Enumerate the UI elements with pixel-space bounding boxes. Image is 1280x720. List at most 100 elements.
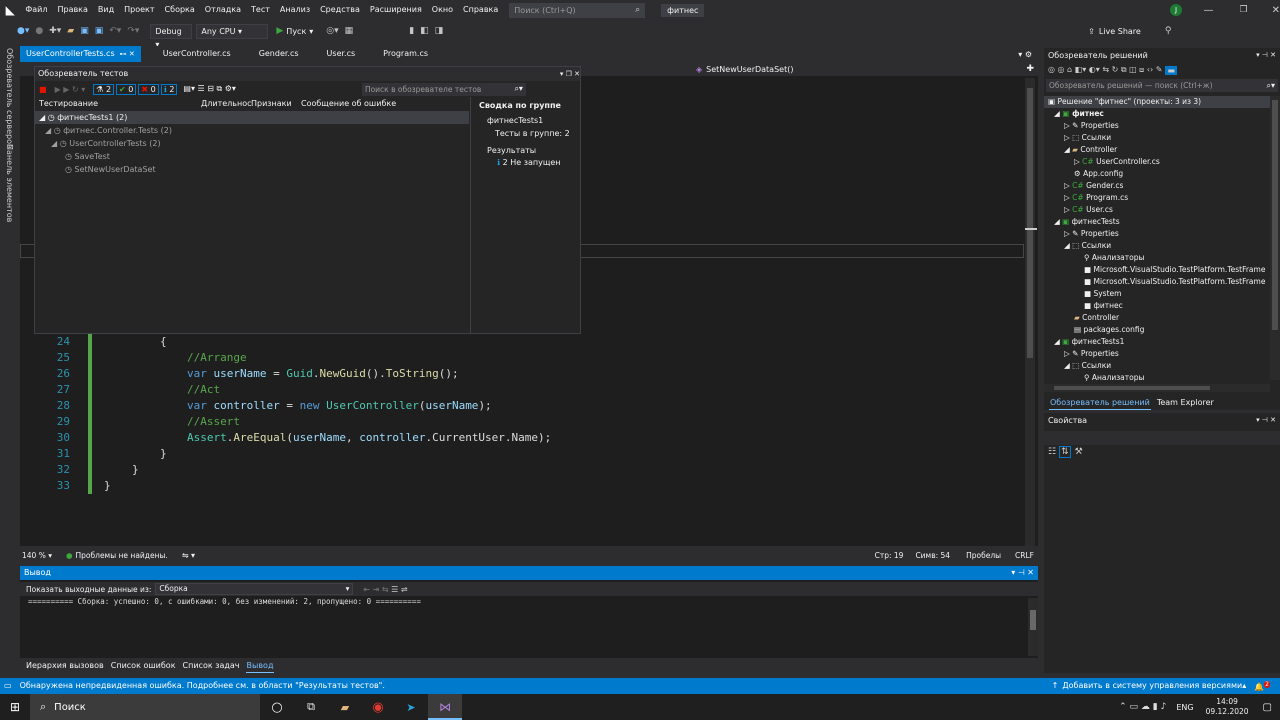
browser-icon[interactable]: ◎▾ bbox=[323, 26, 341, 36]
toolbox-tab[interactable]: Панель элементов bbox=[5, 144, 14, 222]
test-tree-row[interactable]: ◢ ◷ фитнес.Controller.Tests (2) bbox=[35, 124, 469, 137]
source-control-button[interactable]: ↑ Добавить в систему управления версиями … bbox=[1052, 678, 1247, 694]
tree-item[interactable]: ▷ ⬚ Ссылки bbox=[1044, 132, 1280, 144]
nav-forward-icon[interactable]: ● bbox=[32, 26, 46, 36]
panel-controls[interactable]: ▾ ⊣ ✕ bbox=[1256, 51, 1276, 59]
tray-icons[interactable]: ⌃ ▭ ☁ ▮ ♪ bbox=[1119, 702, 1166, 712]
solution-scrollbar[interactable] bbox=[1270, 96, 1280, 380]
tab-solution-explorer[interactable]: Обозреватель решений bbox=[1049, 396, 1151, 410]
tree-item[interactable]: ⚙ App.config bbox=[1044, 168, 1280, 180]
telegram-icon[interactable]: ➤ bbox=[394, 701, 428, 714]
panel-menu-icon[interactable]: ▾ ❐ ✕ bbox=[560, 67, 580, 81]
badge-failed[interactable]: ✖ 0 bbox=[138, 83, 159, 95]
tab-gender[interactable]: Gender.cs bbox=[253, 46, 305, 62]
tab-program[interactable]: Program.cs bbox=[377, 46, 434, 62]
tree-item[interactable]: ▤ packages.config bbox=[1044, 324, 1280, 336]
eol-indicator[interactable]: CRLF bbox=[1015, 551, 1034, 560]
bookmark-next-icon[interactable]: ◨ bbox=[432, 26, 447, 36]
solution-search-input[interactable]: Обозреватель решений — поиск (Ctrl+ж) ⌕▾ bbox=[1046, 79, 1278, 92]
test-tree-row[interactable]: ◢ ◷ фитнесTests1 (2) bbox=[35, 111, 469, 124]
editor-scrollbar[interactable] bbox=[1025, 78, 1037, 546]
clock[interactable]: 14:09 09.12.2020 bbox=[1206, 697, 1249, 717]
chrome-icon[interactable]: ◉ bbox=[362, 700, 394, 715]
brush-icon[interactable]: ⇋ ▾ bbox=[182, 551, 195, 560]
nav-back-icon[interactable]: ●▾ bbox=[14, 26, 32, 36]
config-select[interactable]: Debug ▾ bbox=[150, 23, 193, 49]
col-error[interactable]: Сообщение об ошибке bbox=[301, 97, 396, 111]
open-icon[interactable]: ▰ bbox=[64, 26, 77, 36]
tab-user-controller-tests[interactable]: UserControllerTests.cs ⊷ ✕ bbox=[20, 46, 141, 62]
language-indicator[interactable]: ENG bbox=[1176, 703, 1193, 712]
tab-team-explorer[interactable]: Team Explorer bbox=[1156, 396, 1215, 410]
action-center-icon[interactable]: ▢ bbox=[1263, 702, 1272, 713]
badge-passed[interactable]: ✔ 0 bbox=[116, 83, 137, 95]
tab-user[interactable]: User.cs bbox=[321, 46, 362, 62]
tab-user-controller[interactable]: UserController.cs bbox=[157, 46, 237, 62]
tree-item[interactable]: ▷ C# UserController.cs bbox=[1044, 156, 1280, 168]
tree-item[interactable]: ■ System bbox=[1044, 288, 1280, 300]
whitespace-indicator[interactable]: Пробелы bbox=[966, 551, 1001, 560]
member-dropdown[interactable]: SetNewUserDataSet() bbox=[706, 65, 793, 74]
tree-item[interactable]: ▷ ✎ Properties bbox=[1044, 120, 1280, 132]
user-avatar[interactable]: J bbox=[1170, 4, 1182, 16]
output-scrollbar[interactable] bbox=[1028, 598, 1038, 656]
platform-select[interactable]: Any CPU ▾ bbox=[196, 23, 269, 39]
run-icon[interactable]: ▶ ▶ ↻ ▾ bbox=[55, 85, 86, 94]
tree-item[interactable]: ■ фитнес bbox=[1044, 300, 1280, 312]
wrench-icon[interactable]: ⚒ bbox=[1075, 447, 1083, 457]
tree-item[interactable]: ⚲ Анализаторы bbox=[1044, 252, 1280, 264]
menu-analyze[interactable]: Анализ bbox=[275, 0, 315, 20]
tree-item[interactable]: ▷ ✎ Properties bbox=[1044, 348, 1280, 360]
tab-task-list[interactable]: Список задач bbox=[182, 659, 241, 673]
cortana-icon[interactable]: ○ bbox=[260, 700, 294, 715]
windows-start-icon[interactable]: ⊞ bbox=[0, 700, 30, 714]
save-icon[interactable]: ▣ bbox=[77, 26, 92, 36]
explorer-icon[interactable]: ▰ bbox=[328, 701, 362, 714]
tree-item[interactable]: ◢ ▣ фитнесTests bbox=[1044, 216, 1280, 228]
menu-build[interactable]: Сборка bbox=[160, 0, 200, 20]
notifications-icon[interactable]: 🔔2 bbox=[1254, 677, 1270, 696]
close-icon[interactable]: ✕ bbox=[1272, 5, 1280, 16]
tree-item[interactable]: ▰ Controller bbox=[1044, 312, 1280, 324]
tree-item[interactable]: ■ Microsoft.VisualStudio.TestPlatform.Te… bbox=[1044, 264, 1280, 276]
tree-item[interactable]: ▷ C# Program.cs bbox=[1044, 192, 1280, 204]
badge-all[interactable]: ⚗ 2 bbox=[93, 83, 115, 95]
alphabetical-icon[interactable]: ⇅ bbox=[1059, 446, 1071, 458]
profile-icon[interactable]: ⚲ bbox=[1165, 26, 1172, 36]
tree-item[interactable]: ▷ C# User.cs bbox=[1044, 204, 1280, 216]
tree-item[interactable]: ▣ Решение "фитнес" (проекты: 3 из 3) bbox=[1044, 96, 1280, 108]
categorized-icon[interactable]: ☷ bbox=[1048, 447, 1056, 457]
panel-controls[interactable]: ▾ ⊣ ✕ bbox=[1256, 416, 1276, 424]
menu-project[interactable]: Проект bbox=[119, 0, 159, 20]
split-icon[interactable]: ✚ bbox=[1026, 64, 1034, 74]
tab-output[interactable]: Вывод bbox=[245, 659, 275, 673]
maximize-icon[interactable]: ❐ bbox=[1240, 5, 1248, 15]
menu-tools[interactable]: Средства bbox=[315, 0, 365, 20]
tree-item[interactable]: ◢ ▣ фитнесTests1 bbox=[1044, 336, 1280, 348]
test-tree-row[interactable]: ◢ ◷ UserControllerTests (2) bbox=[35, 137, 469, 150]
test-search-input[interactable]: Поиск в обозревателе тестов ⌕▾ bbox=[361, 82, 526, 96]
tree-item[interactable]: ▷ C# Gender.cs bbox=[1044, 180, 1280, 192]
tree-item[interactable]: ▷ ✎ Properties bbox=[1044, 228, 1280, 240]
menu-view[interactable]: Вид bbox=[93, 0, 119, 20]
undo-icon[interactable]: ↶▾ bbox=[106, 26, 124, 36]
preview-toggle-icon[interactable]: ▬ bbox=[1165, 65, 1178, 75]
tab-error-list[interactable]: Список ошибок bbox=[110, 659, 177, 673]
minimize-icon[interactable]: — bbox=[1204, 5, 1214, 16]
taskbar-search[interactable]: ⌕ Поиск bbox=[30, 694, 260, 720]
badge-notrun[interactable]: ℹ 2 bbox=[160, 83, 178, 95]
menu-help[interactable]: Справка bbox=[458, 0, 503, 20]
server-explorer-tab[interactable]: Обозреватель серверов bbox=[5, 48, 14, 149]
status-message[interactable]: Обнаружена непредвиденная ошибка. Подроб… bbox=[20, 678, 385, 694]
bookmark-icon[interactable]: ▮ bbox=[406, 26, 417, 36]
output-source-select[interactable]: Сборка ▾ bbox=[155, 583, 354, 595]
tree-item[interactable]: ■ Microsoft.VisualStudio.TestPlatform.Te… bbox=[1044, 276, 1280, 288]
col-test[interactable]: Тестирование bbox=[35, 97, 201, 111]
zoom-select[interactable]: 140 % ▾ bbox=[20, 551, 52, 560]
editor-scroll-thumb[interactable] bbox=[1027, 88, 1033, 358]
task-view-icon[interactable]: ⧉ bbox=[294, 700, 328, 714]
menu-edit[interactable]: Правка bbox=[52, 0, 92, 20]
pin-icon[interactable]: ⊷ ✕ bbox=[120, 46, 135, 62]
tree-item[interactable]: ⚲ Анализаторы bbox=[1044, 372, 1280, 384]
stop-icon[interactable]: ■ bbox=[39, 85, 47, 94]
